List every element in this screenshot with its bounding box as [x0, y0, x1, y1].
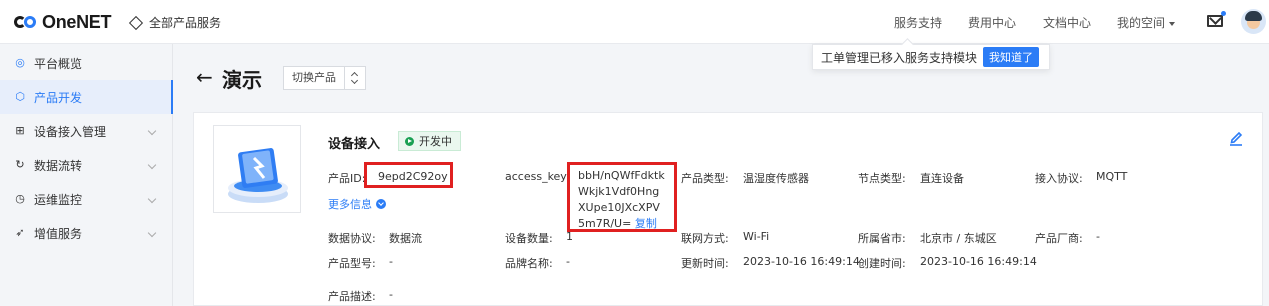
- switch-product-button[interactable]: 切换产品: [283, 66, 366, 90]
- protocol-value: MQTT: [1096, 170, 1128, 183]
- sidebar-item-data-flow[interactable]: ↻ 数据流转: [0, 148, 173, 182]
- updated-time-label: 更新时间:: [681, 257, 729, 270]
- access-key-label: access_key:: [505, 170, 570, 183]
- caret-down-icon: [1169, 21, 1176, 26]
- status-badge: 开发中: [398, 131, 461, 151]
- device-count-label: 设备数量:: [505, 232, 553, 245]
- sidebar-item-label: 运维监控: [34, 192, 83, 207]
- province-value: 北京市 / 东城区: [920, 232, 997, 245]
- data-protocol-value: 数据流: [389, 232, 422, 245]
- product-id-label: 产品ID:: [328, 172, 366, 185]
- logo-mark-icon: [14, 13, 40, 31]
- created-time-label: 创建时间:: [858, 257, 906, 270]
- data-protocol-label: 数据协议:: [328, 232, 376, 245]
- section-title: 设备接入: [328, 137, 381, 152]
- sidebar-item-label: 设备接入管理: [34, 124, 107, 139]
- product-type-label: 产品类型:: [681, 172, 729, 185]
- status-text: 开发中: [419, 135, 452, 148]
- nav-my-space[interactable]: 我的空间: [1117, 14, 1176, 31]
- updated-time-value: 2023-10-16 16:49:14: [743, 255, 860, 268]
- vendor-value: -: [1096, 230, 1100, 243]
- network-value: Wi-Fi: [743, 230, 770, 243]
- product-id-value: 9epd2C92oy: [378, 170, 448, 183]
- notice-popover: 工单管理已移入服务支持模块 我知道了: [812, 44, 1051, 70]
- copy-access-key-link[interactable]: 复制: [635, 217, 657, 230]
- sidebar-item-label: 产品开发: [34, 90, 83, 105]
- description-label: 产品描述:: [328, 290, 376, 303]
- description-value: -: [389, 288, 393, 301]
- province-label: 所属省市:: [858, 232, 906, 245]
- all-products-menu[interactable]: 全部产品服务: [128, 14, 222, 31]
- sidebar-item-label: 增值服务: [34, 226, 83, 241]
- play-status-icon: [405, 136, 414, 146]
- chevron-down-icon: [376, 199, 386, 209]
- vendor-label: 产品厂商:: [1035, 232, 1083, 245]
- sidebar-item-value-added[interactable]: ➶ 增值服务: [0, 216, 173, 250]
- switch-product-label: 切换产品: [284, 67, 345, 89]
- unread-dot: [1221, 11, 1226, 16]
- product-cube-icon: ⬡: [15, 90, 25, 103]
- protocol-label: 接入协议:: [1035, 172, 1083, 185]
- model-label: 产品型号:: [328, 257, 376, 270]
- sidebar: ◎ 平台概览 ⬡ 产品开发 ⊞ 设备接入管理 ↻ 数据流转 ◷ 运维监控 ➶ 增…: [0, 44, 173, 306]
- sensor-device-icon: [228, 148, 288, 203]
- brand-label: 品牌名称:: [505, 257, 553, 270]
- dashboard-icon: ◎: [15, 56, 25, 69]
- my-space-label: 我的空间: [1117, 16, 1166, 30]
- product-image: [213, 125, 301, 213]
- rocket-icon: ➶: [15, 226, 25, 239]
- edit-icon[interactable]: [1229, 130, 1243, 146]
- more-info-label: 更多信息: [328, 198, 372, 211]
- avatar[interactable]: [1241, 9, 1266, 34]
- node-type-label: 节点类型:: [858, 172, 906, 185]
- sidebar-item-monitoring[interactable]: ◷ 运维监控: [0, 182, 173, 216]
- nav-service-support[interactable]: 服务支持: [894, 14, 942, 31]
- chevron-down-icon: [147, 160, 157, 170]
- brand-name: OneNET: [42, 11, 112, 32]
- device-count-value: 1: [566, 230, 573, 243]
- device-icon: ⊞: [15, 124, 25, 137]
- chevron-down-icon: [147, 228, 157, 238]
- sidebar-item-label: 数据流转: [34, 158, 83, 173]
- monitor-icon: ◷: [15, 192, 25, 205]
- avatar-hair: [1245, 11, 1262, 21]
- brand-value: -: [566, 255, 570, 268]
- sidebar-item-label: 平台概览: [34, 56, 83, 71]
- page-title: 演示: [222, 68, 262, 92]
- onenet-logo[interactable]: OneNET: [14, 11, 112, 33]
- chevron-down-icon: [147, 126, 157, 136]
- all-products-label: 全部产品服务: [149, 16, 222, 30]
- notice-text: 工单管理已移入服务支持模块: [821, 50, 978, 65]
- sidebar-item-device-access[interactable]: ⊞ 设备接入管理: [0, 114, 173, 148]
- up-down-arrows-icon: [345, 67, 365, 89]
- back-arrow-icon[interactable]: ←: [196, 65, 213, 89]
- nav-docs-center[interactable]: 文档中心: [1043, 14, 1091, 31]
- notice-dismiss-button[interactable]: 我知道了: [983, 47, 1040, 67]
- top-navbar: OneNET 全部产品服务 服务支持 费用中心 文档中心 我的空间: [0, 0, 1269, 44]
- access-key-highlight: bbH/nQWfFdktkWkjk1Vdf0HngXUpe10JXcXPV5m7…: [567, 162, 677, 232]
- node-type-value: 直连设备: [920, 172, 964, 185]
- chevron-down-icon: [147, 194, 157, 204]
- created-time-value: 2023-10-16 16:49:14: [920, 255, 1037, 268]
- sidebar-item-overview[interactable]: ◎ 平台概览: [0, 46, 173, 80]
- network-label: 联网方式:: [681, 232, 729, 245]
- product-type-value: 温湿度传感器: [743, 172, 809, 185]
- more-info-toggle[interactable]: 更多信息: [328, 196, 386, 212]
- mail-icon[interactable]: [1207, 15, 1223, 27]
- nav-billing-center[interactable]: 费用中心: [968, 14, 1016, 31]
- sidebar-item-product-dev[interactable]: ⬡ 产品开发: [0, 80, 173, 114]
- diamond-icon: [128, 15, 144, 30]
- flow-icon: ↻: [15, 158, 25, 171]
- model-value: -: [389, 255, 393, 268]
